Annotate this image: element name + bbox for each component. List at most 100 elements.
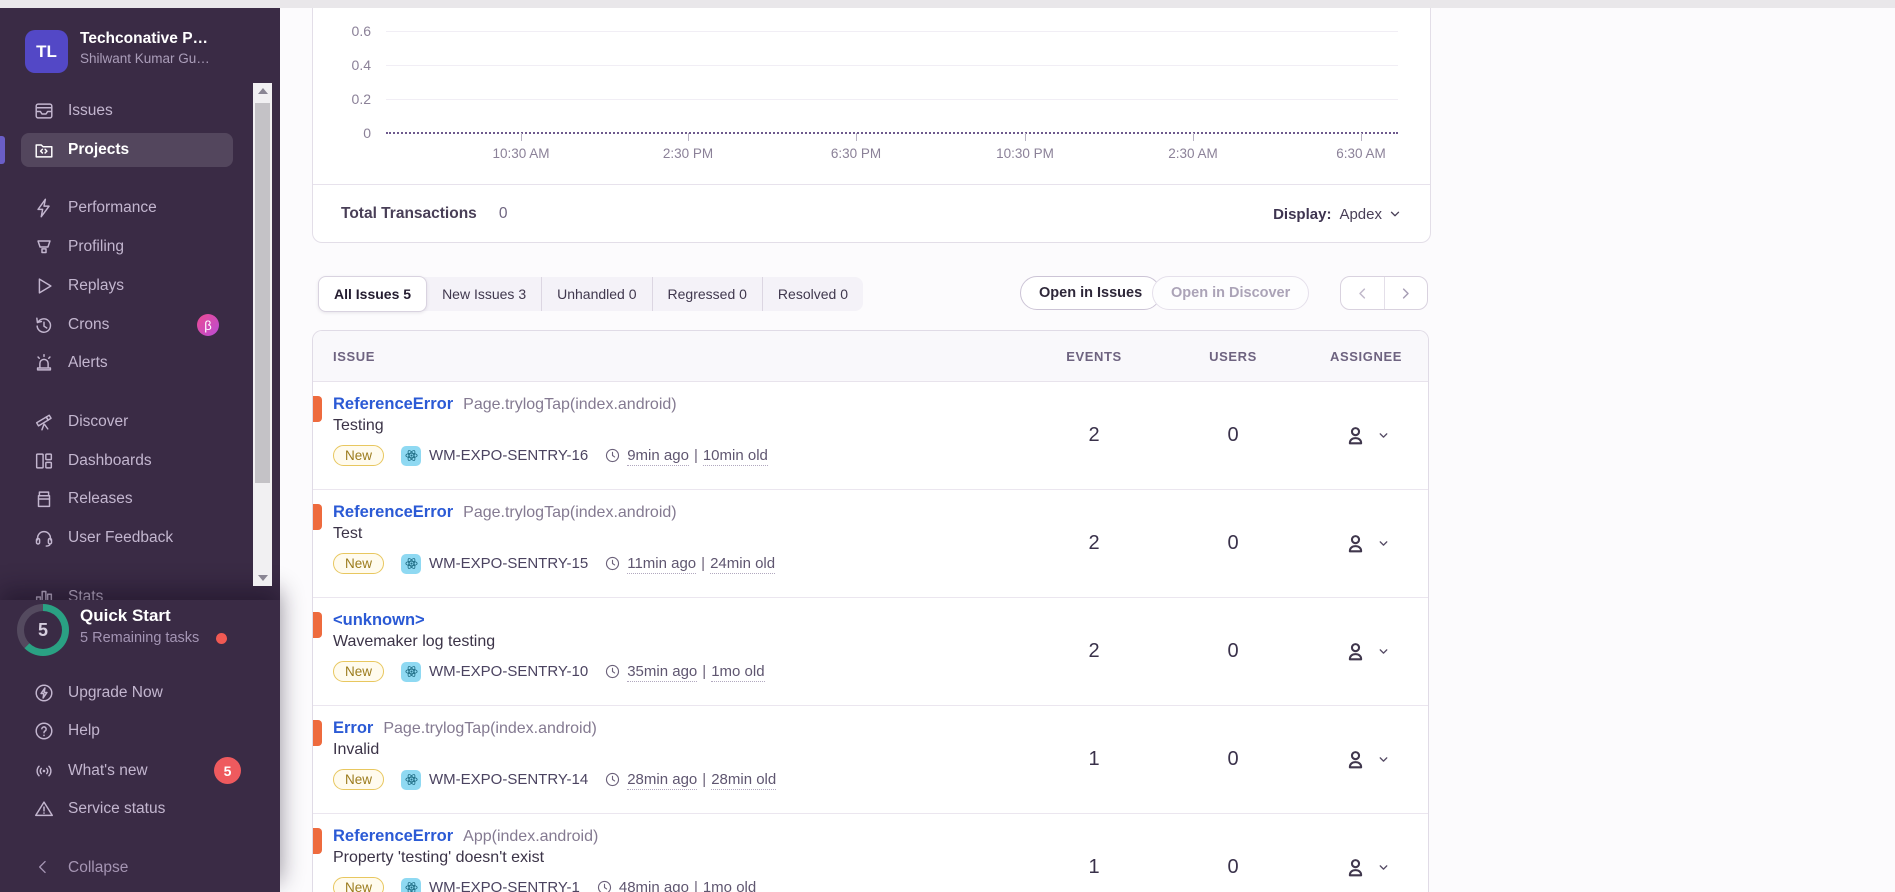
tab-resolved[interactable]: Resolved 0 [762,277,863,311]
chevron-down-icon [1377,537,1390,550]
react-icon [401,446,421,466]
events-count: 1 [1026,856,1162,879]
sidebar-item-dashboards[interactable]: Dashboards [21,444,233,478]
new-badge: New [333,553,384,574]
open-in-issues-button[interactable]: Open in Issues [1020,276,1161,310]
error-level-bar [313,612,322,638]
tab-unhandled[interactable]: Unhandled 0 [541,277,651,311]
warning-triangle-icon [33,798,55,820]
issue-title-link[interactable]: ReferenceError [333,827,453,846]
events-count: 2 [1026,532,1162,555]
sidebar-item-projects[interactable]: Projects [21,133,233,167]
scrollbar-down-arrow[interactable] [253,570,272,586]
sidebar: TL Techconative P… Shilwant Kumar Gu… Is… [0,0,280,892]
dashboard-grid-icon [33,450,55,472]
broadcast-icon [33,760,55,782]
sidebar-item-replays[interactable]: Replays [21,269,233,303]
new-badge: New [333,445,384,466]
users-count: 0 [1162,532,1304,555]
org-switcher[interactable]: TL Techconative P… Shilwant Kumar Gu… [25,28,255,74]
quick-start-count: 5 [24,611,62,649]
scrollbar-thumb[interactable] [255,103,270,483]
scrollbar-up-arrow[interactable] [253,83,272,99]
y-axis-tick: 0.6 [327,23,371,39]
issue-cell: ReferenceError Page.trylogTap(index.andr… [313,382,1026,466]
assignee-dropdown[interactable] [1304,423,1428,448]
column-issue: ISSUE [313,349,1026,364]
chevron-left-icon [33,857,55,879]
events-count: 1 [1026,748,1162,771]
assignee-dropdown[interactable] [1304,747,1428,772]
crons-beta-badge: β [197,314,219,336]
issue-age: 28min ago [627,771,697,790]
column-users: USERS [1162,349,1304,364]
assignee-dropdown[interactable] [1304,639,1428,664]
sidebar-collapse-button[interactable]: Collapse [21,851,233,885]
sidebar-item-discover[interactable]: Discover [21,405,233,439]
sidebar-scrollbar[interactable] [253,83,272,586]
sidebar-item-performance[interactable]: Performance [21,191,233,225]
issue-title-link[interactable]: ReferenceError [333,395,453,414]
quick-start-progress-ring[interactable]: 5 [17,604,69,656]
issue-culprit: App(index.android) [463,828,598,846]
issues-panel: ISSUE EVENTS USERS ASSIGNEE ReferenceErr… [312,330,1429,892]
sidebar-item-profiling[interactable]: Profiling [21,230,233,264]
chevron-down-icon [1377,645,1390,658]
inbox-icon [33,100,55,122]
user-silhouette-icon [1343,747,1368,772]
issue-message: Invalid [333,741,1026,759]
display-dropdown[interactable]: Display: Apdex [1273,206,1402,223]
tab-new-issues[interactable]: New Issues 3 [427,277,541,311]
sidebar-item-releases[interactable]: Releases [21,482,233,516]
issue-first-seen: 1mo old [703,879,756,892]
sidebar-item-user-feedback[interactable]: User Feedback [21,521,233,555]
apdex-zero-line [386,132,1398,134]
assignee-dropdown[interactable] [1304,531,1428,556]
project-short-id: WM-EXPO-SENTRY-10 [429,663,588,680]
issue-title-link[interactable]: Error [333,719,373,738]
new-badge: New [333,877,384,892]
sidebar-item-whats-new[interactable]: What's new [21,754,233,788]
quick-start-alert-dot [216,633,227,644]
issue-row: Error Page.trylogTap(index.android) Inva… [313,706,1428,814]
sidebar-item-help[interactable]: Help [21,714,233,748]
issue-row: <unknown> Wavemaker log testing New WM-E… [313,598,1428,706]
sidebar-item-upgrade-now[interactable]: Upgrade Now [21,676,233,710]
error-level-bar [313,828,322,854]
issue-title-link[interactable]: ReferenceError [333,503,453,522]
user-silhouette-icon [1343,855,1368,880]
issue-culprit: Page.trylogTap(index.android) [463,504,676,522]
events-count: 2 [1026,424,1162,447]
quick-start-title: Quick Start [80,606,171,626]
sidebar-item-alerts[interactable]: Alerts [21,346,233,380]
circle-lightning-icon [33,682,55,704]
issue-row: ReferenceError App(index.android) Proper… [313,814,1428,892]
issue-message: Testing [333,417,1026,435]
issue-title-link[interactable]: <unknown> [333,611,425,630]
assignee-dropdown[interactable] [1304,855,1428,880]
error-level-bar [313,504,322,530]
issue-cell: Error Page.trylogTap(index.android) Inva… [313,706,1026,790]
play-icon [33,275,55,297]
issue-message: Wavemaker log testing [333,633,1026,651]
issue-row: ReferenceError Page.trylogTap(index.andr… [313,382,1428,490]
browser-edge-strip [0,0,1895,8]
chevron-down-icon [1377,429,1390,442]
previous-page-button[interactable] [1341,277,1384,309]
main-content: 0.60.40.20 10:30 AM2:30 PM6:30 PM10:30 P… [280,8,1895,892]
tab-regressed[interactable]: Regressed 0 [652,277,762,311]
archive-box-icon [33,488,55,510]
x-axis-tick-mark [1193,133,1194,141]
issue-age: 35min ago [627,663,697,682]
project-short-id: WM-EXPO-SENTRY-15 [429,555,588,572]
clock-icon [604,555,621,572]
error-level-bar [313,720,322,746]
open-in-discover-button[interactable]: Open in Discover [1152,276,1309,310]
issue-first-seen: 1mo old [711,663,764,682]
tab-all-issues[interactable]: All Issues 5 [318,276,427,312]
sidebar-item-service-status[interactable]: Service status [21,792,233,826]
next-page-button[interactable] [1384,277,1428,309]
x-axis-tick: 2:30 PM [638,146,738,161]
issue-cell: ReferenceError App(index.android) Proper… [313,814,1026,892]
sidebar-item-issues[interactable]: Issues [21,94,233,128]
